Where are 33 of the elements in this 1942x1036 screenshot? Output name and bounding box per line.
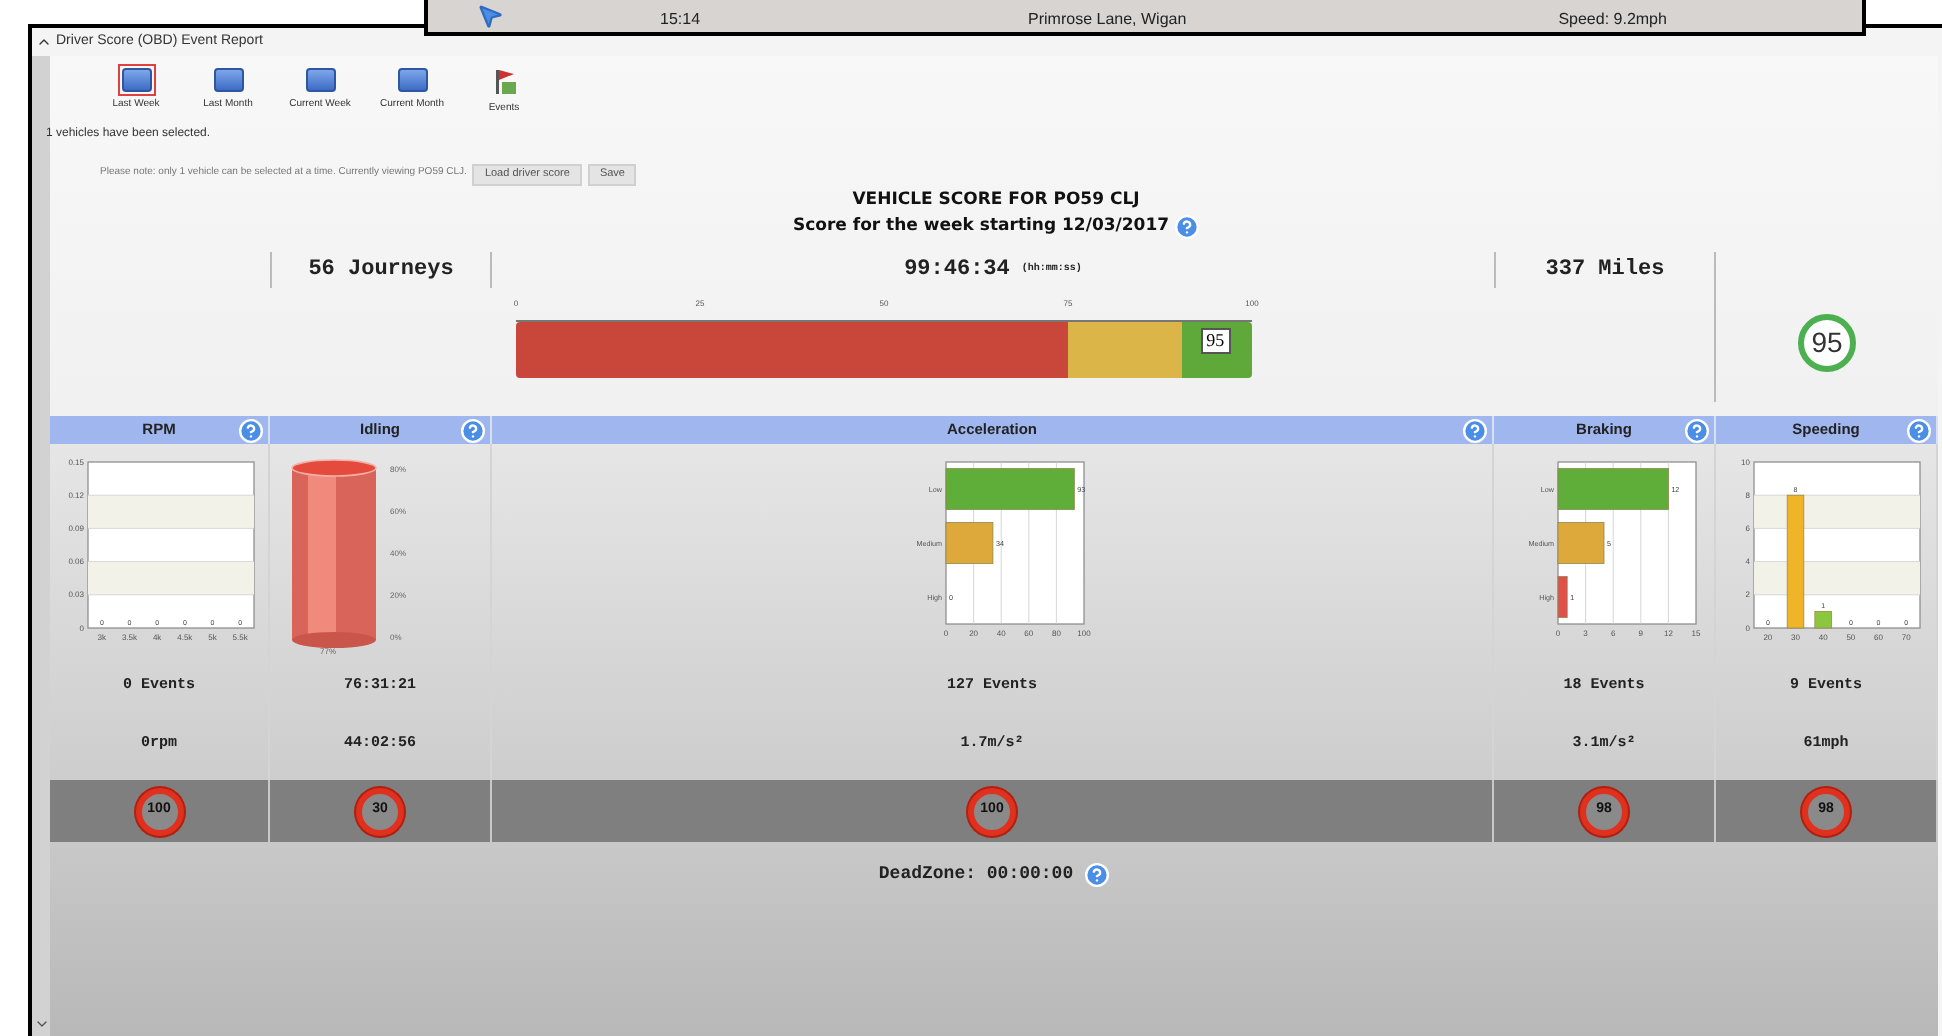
distance-value: 337 Miles: [1545, 255, 1665, 286]
bar: [1557, 468, 1669, 510]
location-text: Primrose Lane, Wigan: [1028, 7, 1187, 31]
score-heading: VEHICLE SCORE FOR PO59 CLJ: [852, 188, 1140, 214]
bar: [1557, 576, 1568, 618]
help-icon[interactable]: [460, 418, 486, 444]
bar: [1557, 522, 1605, 564]
scrollbar[interactable]: [32, 56, 50, 1036]
calendar-icon: [305, 68, 335, 92]
help-icon[interactable]: [1083, 862, 1110, 888]
time-text: 15:14: [660, 7, 701, 31]
score-marker: 95: [1200, 328, 1231, 354]
help-icon[interactable]: [1173, 213, 1200, 240]
bar: [945, 522, 994, 564]
calendar-icon: [121, 68, 151, 92]
help-icon[interactable]: [1684, 418, 1710, 444]
scroll-down-icon[interactable]: [33, 1016, 49, 1032]
calendar-icon: [213, 68, 243, 92]
bar: [1814, 611, 1832, 629]
cursor-icon: [476, 2, 504, 30]
bar: [945, 468, 1075, 510]
overall-score: 95: [1798, 314, 1856, 372]
duration-value: 99:46:34: [904, 255, 1010, 286]
collapse-icon[interactable]: [36, 34, 52, 50]
speed-text: Speed: 9.2mph: [1558, 7, 1667, 31]
bar: [1786, 494, 1805, 629]
journeys-count: 56 Journeys: [308, 255, 454, 286]
score-subheading: Score for the week starting 12/03/2017: [792, 213, 1170, 240]
help-icon[interactable]: [1462, 418, 1488, 444]
deadzone-value: DeadZone: 00:00:00: [878, 862, 1074, 888]
calendar-icon: [397, 68, 427, 92]
help-icon[interactable]: [238, 418, 264, 444]
help-icon[interactable]: [1906, 418, 1932, 444]
